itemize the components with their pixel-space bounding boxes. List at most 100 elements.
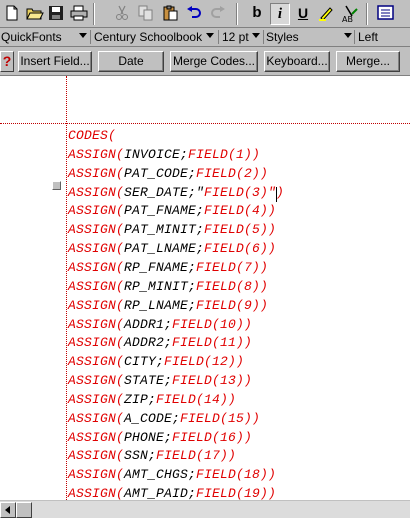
code-line[interactable]: ASSIGN(ZIP;FIELD(14)) (68, 390, 236, 409)
keyboard-button[interactable]: Keyboard... (264, 51, 330, 72)
chevron-down-icon[interactable] (252, 33, 260, 38)
code-line[interactable]: ASSIGN(PAT_MINIT;FIELD(5)) (68, 220, 276, 239)
code-kw: ASSIGN( (68, 486, 125, 500)
main-toolbar: b i U AB (0, 0, 410, 28)
code-close: ) (260, 259, 269, 275)
merge-button[interactable]: Merge... (336, 51, 400, 72)
highlight-icon[interactable] (317, 3, 337, 25)
code-close: ) (244, 335, 253, 351)
scrollbar-thumb[interactable] (16, 502, 32, 518)
document-editing-area[interactable]: CODES(ASSIGN(INVOICE;FIELD(1)) ASSIGN(PAT… (0, 76, 410, 500)
underline-icon[interactable]: U (293, 3, 313, 25)
copy-icon[interactable] (137, 3, 157, 25)
redo-icon[interactable] (209, 3, 229, 25)
code-kw: ASSIGN( (68, 184, 125, 200)
quickfonts-button[interactable]: QuickFonts (1, 29, 62, 45)
code-kw: CODES( (68, 128, 117, 143)
help-icon[interactable]: ? (0, 51, 14, 72)
code-fn: FIELD(19) (196, 486, 269, 500)
view-icon[interactable] (376, 3, 396, 25)
justification-select[interactable]: Left (358, 29, 378, 45)
code-line[interactable]: ASSIGN(PAT_CODE;FIELD(2)) (68, 164, 268, 183)
code-fn: FIELD(1) (188, 146, 253, 162)
code-fn: FIELD(15) (180, 410, 253, 426)
horizontal-scrollbar[interactable] (0, 500, 410, 518)
bold-icon[interactable]: b (247, 3, 267, 25)
code-arg: PAT_MINIT; (124, 222, 205, 238)
code-fn: FIELD(18) (196, 467, 269, 483)
code-arg: RP_MINIT; (124, 278, 197, 294)
undo-icon[interactable] (185, 3, 205, 25)
code-arg: RP_FNAME; (124, 259, 197, 275)
code-line[interactable]: ASSIGN(ADDR1;FIELD(10)) (68, 315, 252, 334)
code-line[interactable]: ASSIGN(RP_FNAME;FIELD(7)) (68, 258, 268, 277)
cut-icon[interactable] (113, 3, 133, 25)
code-kw: ASSIGN( (68, 165, 125, 181)
code-line[interactable]: ASSIGN(RP_MINIT;FIELD(8)) (68, 277, 268, 296)
code-fn: FIELD(6) (204, 241, 269, 257)
code-kw: ASSIGN( (68, 448, 125, 464)
code-line[interactable]: ASSIGN(CITY;FIELD(12)) (68, 352, 244, 371)
code-kw: ASSIGN( (68, 297, 125, 313)
fontbar-divider (263, 30, 264, 44)
code-line[interactable]: ASSIGN(AMT_PAID;FIELD(19)) (68, 484, 276, 500)
italic-icon[interactable]: i (270, 3, 290, 25)
code-kw: ASSIGN( (68, 391, 125, 407)
code-line[interactable]: ASSIGN(AMT_CHGS;FIELD(18)) (68, 465, 276, 484)
code-kw: ASSIGN( (68, 467, 125, 483)
merge-feature-bar: ? Insert Field... Date Merge Codes... Ke… (0, 47, 410, 76)
code-line[interactable]: CODES( (68, 126, 116, 145)
code-line[interactable]: ASSIGN(SER_DATE;"FIELD(3)") (68, 183, 284, 202)
font-color-icon[interactable]: AB (340, 3, 360, 25)
code-arg: A_CODE; (124, 410, 181, 426)
code-close: ) (268, 203, 277, 219)
merge-codes-button[interactable]: Merge Codes... (170, 51, 258, 72)
code-arg: INVOICE; (124, 146, 189, 162)
toolbar-separator (93, 3, 95, 25)
code-fn: FIELD(10) (172, 316, 245, 332)
code-close: ) (244, 373, 253, 389)
new-document-icon[interactable] (3, 3, 23, 25)
arrow-left-icon (5, 506, 10, 514)
scroll-left-button[interactable] (0, 502, 16, 518)
code-line[interactable]: ASSIGN(PHONE;FIELD(16)) (68, 428, 252, 447)
fontbar-divider (354, 30, 355, 44)
date-button[interactable]: Date (98, 51, 164, 72)
font-bar: QuickFonts Century Schoolbook 12 pt Styl… (0, 28, 410, 47)
code-fn: FIELD(12) (164, 354, 237, 370)
styles-select[interactable]: Styles (266, 29, 299, 45)
code-line[interactable]: ASSIGN(SSN;FIELD(17)) (68, 446, 236, 465)
code-line[interactable]: ASSIGN(PAT_LNAME;FIELD(6)) (68, 239, 276, 258)
chevron-down-icon[interactable] (206, 33, 214, 38)
print-icon[interactable] (69, 3, 89, 25)
code-fn: FIELD(7) (196, 259, 261, 275)
code-line[interactable]: ASSIGN(RP_LNAME;FIELD(9)) (68, 296, 268, 315)
code-line[interactable]: ASSIGN(STATE;FIELD(13)) (68, 371, 252, 390)
chevron-down-icon[interactable] (79, 33, 87, 38)
code-line[interactable]: ASSIGN(A_CODE;FIELD(15)) (68, 409, 260, 428)
top-margin-guide[interactable] (0, 123, 410, 124)
code-line[interactable]: ASSIGN(PAT_FNAME;FIELD(4)) (68, 201, 276, 220)
code-arg: RP_LNAME; (124, 297, 197, 313)
font-size-select[interactable]: 12 pt (222, 29, 249, 45)
paste-icon[interactable] (161, 3, 181, 25)
code-close: ) (236, 354, 245, 370)
code-arg: AMT_PAID; (124, 486, 197, 500)
code-fn: FIELD(11) (172, 335, 245, 351)
code-arg: STATE; (124, 373, 173, 389)
open-folder-icon[interactable] (25, 3, 45, 25)
code-line[interactable]: ASSIGN(ADDR2;FIELD(11)) (68, 333, 252, 352)
chevron-down-icon[interactable] (344, 33, 352, 38)
code-arg: ADDR2; (124, 335, 173, 351)
code-kw: ASSIGN( (68, 241, 125, 257)
code-close: ) (268, 467, 277, 483)
font-name-select[interactable]: Century Schoolbook (94, 29, 202, 45)
code-close: ) (244, 316, 253, 332)
code-close: ) (260, 297, 269, 313)
save-disk-icon[interactable] (47, 3, 67, 25)
left-margin-guide[interactable] (66, 76, 67, 500)
code-line[interactable]: ASSIGN(INVOICE;FIELD(1)) (68, 145, 260, 164)
insert-field-button[interactable]: Insert Field... (18, 51, 92, 72)
code-arg: PAT_LNAME; (124, 241, 205, 257)
code-kw: ASSIGN( (68, 203, 125, 219)
